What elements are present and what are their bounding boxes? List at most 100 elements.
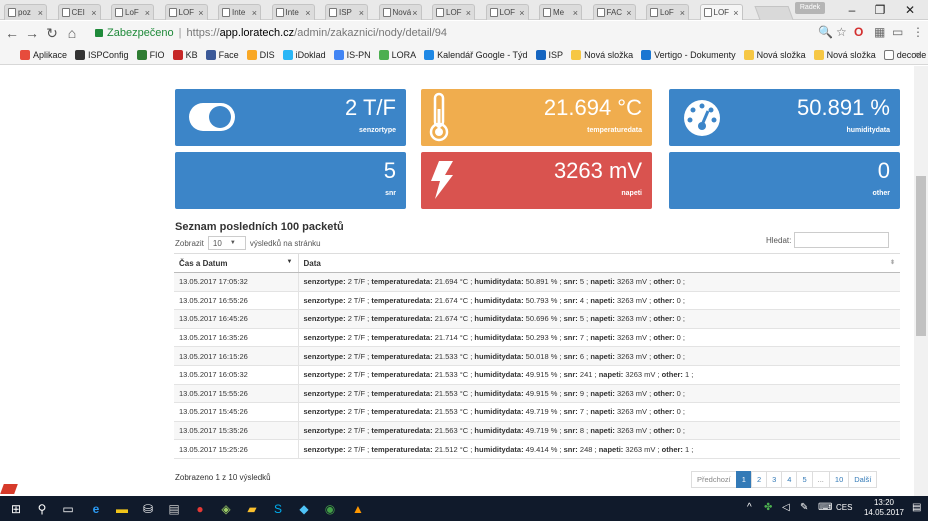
- browser-tab[interactable]: LOF ×: [164, 4, 208, 20]
- bookmark-item[interactable]: iDoklad: [282, 49, 326, 60]
- zoom-icon[interactable]: 🔍: [818, 25, 833, 39]
- app3-icon[interactable]: ◉: [322, 501, 338, 516]
- bookmark-item[interactable]: LORA: [378, 49, 416, 60]
- browser-tab[interactable]: LoF ×: [646, 4, 689, 20]
- bookmark-item[interactable]: KB: [172, 49, 198, 60]
- page-icon: [596, 8, 605, 17]
- bookmark-item[interactable]: DIS: [246, 49, 275, 60]
- close-tab-icon[interactable]: ×: [680, 8, 685, 18]
- chrome-icon[interactable]: ●: [192, 501, 208, 516]
- field-value: 2 T/F: [347, 314, 366, 324]
- close-window-icon[interactable]: ✕: [896, 3, 924, 17]
- pagination-next[interactable]: Další: [848, 471, 878, 488]
- length-select[interactable]: 10 ▼: [207, 236, 246, 250]
- pagination-page[interactable]: 1: [735, 471, 752, 488]
- close-tab-icon[interactable]: ×: [252, 8, 257, 18]
- close-tab-icon[interactable]: ×: [359, 8, 364, 18]
- column-header-time[interactable]: Čas a Datum ▼: [174, 253, 299, 273]
- bookmark-item[interactable]: Aplikace: [20, 49, 67, 60]
- bookmark-item[interactable]: Face: [205, 49, 239, 60]
- close-tab-icon[interactable]: ×: [38, 8, 43, 18]
- menu-icon[interactable]: ⋮: [912, 25, 924, 39]
- bookmark-item[interactable]: Nová složka: [813, 49, 876, 60]
- bookmark-item[interactable]: ISP: [535, 49, 563, 60]
- bookmark-item[interactable]: Vertigo - Dokumenty: [641, 49, 736, 60]
- bookmark-item[interactable]: Nová složka: [571, 49, 633, 60]
- pagination-page[interactable]: 5: [796, 471, 813, 488]
- browser-tab[interactable]: LOF ×: [432, 4, 475, 20]
- close-tab-icon[interactable]: ×: [626, 8, 631, 18]
- task-view-icon[interactable]: ▭: [60, 501, 76, 516]
- app2-icon[interactable]: ◆: [296, 501, 312, 516]
- browser-tab[interactable]: Me ×: [539, 4, 582, 20]
- close-tab-icon[interactable]: ×: [145, 8, 150, 18]
- stat-value: 3263 mV: [553, 158, 642, 183]
- browser-tab[interactable]: LOF ×: [699, 4, 743, 20]
- bookmark-item[interactable]: Kalendář Google - Týd: [424, 49, 528, 60]
- reload-icon[interactable]: ↻: [44, 25, 60, 42]
- explorer-icon[interactable]: ▬: [114, 501, 130, 516]
- notifications-icon[interactable]: ▤: [912, 502, 921, 513]
- close-tab-icon[interactable]: ×: [573, 8, 578, 18]
- bookmark-item[interactable]: IS-PN: [333, 49, 371, 60]
- clock[interactable]: 13:20 14.05.2017: [864, 498, 904, 518]
- volume-icon[interactable]: ◁: [782, 502, 790, 513]
- browser-tab[interactable]: LOF ×: [485, 4, 529, 20]
- browser-tab[interactable]: Inte ×: [271, 4, 315, 20]
- minimize-icon[interactable]: –: [838, 3, 866, 17]
- back-icon[interactable]: ←: [4, 25, 20, 41]
- store-icon[interactable]: ⛁: [140, 501, 156, 516]
- url-field[interactable]: Zabezpečeno | https://app.loratech.cz/ad…: [95, 24, 855, 42]
- browser-tab[interactable]: LoF ×: [111, 4, 154, 20]
- pagination-page[interactable]: 3: [766, 471, 783, 488]
- new-tab-button[interactable]: [754, 6, 794, 20]
- close-tab-icon[interactable]: ×: [305, 8, 310, 18]
- close-tab-icon[interactable]: ×: [412, 8, 417, 18]
- close-tab-icon[interactable]: ×: [91, 8, 96, 18]
- browser-tab[interactable]: FAC ×: [592, 4, 636, 20]
- close-tab-icon[interactable]: ×: [519, 8, 524, 18]
- extension-icon[interactable]: ▦: [874, 25, 885, 39]
- close-tab-icon[interactable]: ×: [466, 8, 471, 18]
- bookmarks-more-icon[interactable]: »: [915, 49, 920, 59]
- home-icon[interactable]: ⌂: [64, 25, 80, 41]
- network-icon[interactable]: ✤: [764, 502, 772, 513]
- windows-start-icon[interactable]: ⊞: [8, 501, 24, 516]
- scrollbar[interactable]: [914, 66, 928, 496]
- terminal-icon[interactable]: ▤: [166, 501, 182, 516]
- pen-icon[interactable]: ✎: [800, 502, 808, 513]
- vlc-icon[interactable]: ▲: [350, 501, 366, 516]
- bookmark-item[interactable]: FIO: [136, 49, 165, 60]
- pagination-page[interactable]: 10: [828, 471, 850, 488]
- bookmark-item[interactable]: ISPConfig: [75, 49, 129, 60]
- browser-tab[interactable]: Nová ×: [378, 4, 422, 20]
- skype-icon[interactable]: S: [270, 501, 286, 516]
- cast-icon[interactable]: ▭: [892, 25, 903, 39]
- browser-tab[interactable]: poz ×: [4, 4, 47, 20]
- close-tab-icon[interactable]: ×: [198, 8, 203, 18]
- bookmark-item[interactable]: Nová složka: [743, 49, 806, 60]
- folder-icon[interactable]: ▰: [244, 501, 260, 516]
- search-input[interactable]: [794, 232, 890, 248]
- star-icon[interactable]: ☆: [836, 25, 847, 39]
- language-indicator[interactable]: CES: [836, 503, 852, 512]
- browser-tab[interactable]: CEI ×: [57, 4, 101, 20]
- forward-icon[interactable]: →: [24, 25, 40, 41]
- scrollbar-thumb[interactable]: [916, 176, 926, 336]
- app-icon[interactable]: ◈: [218, 501, 234, 516]
- opera-icon[interactable]: O: [854, 25, 863, 39]
- edge-icon[interactable]: e: [88, 501, 104, 516]
- pagination-page[interactable]: 4: [781, 471, 798, 488]
- profile-badge[interactable]: Radek: [795, 2, 825, 14]
- column-header-data[interactable]: Data ⬍: [298, 253, 900, 273]
- keyboard-icon[interactable]: ⌨: [818, 502, 832, 513]
- tray-chevron-icon[interactable]: ^: [747, 502, 752, 513]
- pagination-prev[interactable]: Předchozí: [691, 471, 737, 488]
- close-tab-icon[interactable]: ×: [733, 8, 738, 18]
- pagination-page[interactable]: 2: [750, 471, 768, 488]
- browser-tab[interactable]: ISP ×: [325, 4, 368, 20]
- search-icon[interactable]: ⚲: [34, 501, 50, 516]
- browser-tab[interactable]: Inte ×: [218, 4, 261, 20]
- pagination-page[interactable]: ...: [811, 471, 830, 488]
- maximize-icon[interactable]: ❐: [866, 3, 894, 17]
